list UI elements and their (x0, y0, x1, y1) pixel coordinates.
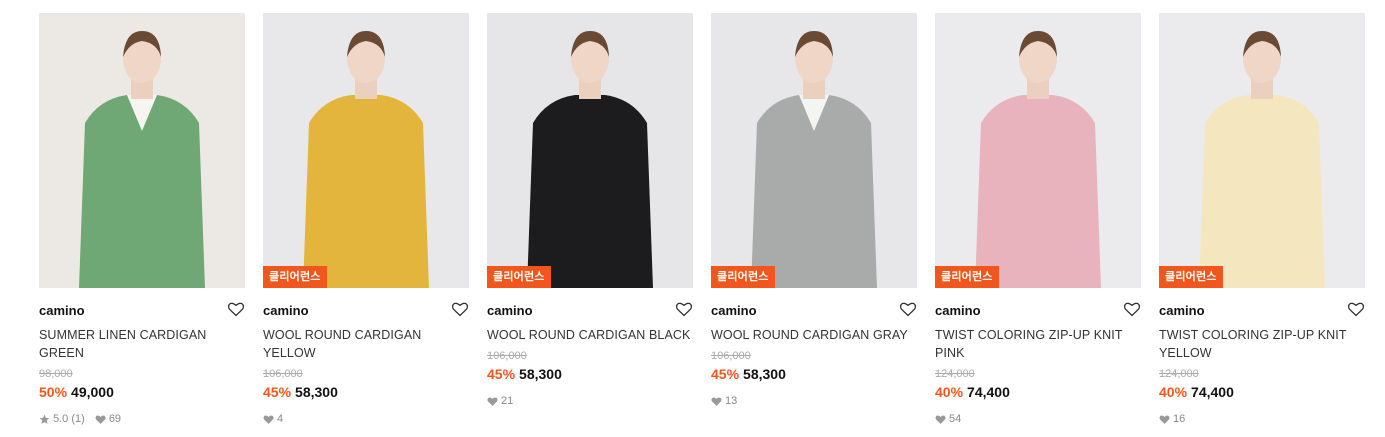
price-row: 40% 74,400 (1159, 383, 1365, 401)
product-image[interactable]: 클리어런스 (263, 13, 469, 288)
product-name[interactable]: TWIST COLORING ZIP-UP KNIT PINK (935, 326, 1141, 362)
product-photo (487, 13, 693, 288)
like-count: 54 (935, 412, 961, 426)
product-card[interactable]: camino SUMMER LINEN CARDIGAN GREEN 98,00… (39, 13, 245, 426)
product-image[interactable]: 클리어런스 (1159, 13, 1365, 288)
sale-price: 49,000 (71, 384, 114, 400)
wishlist-heart-icon[interactable] (899, 300, 917, 318)
discount-rate: 45% (711, 366, 740, 382)
price-row: 40% 74,400 (935, 383, 1141, 401)
wishlist-heart-icon[interactable] (451, 300, 469, 318)
original-price: 124,000 (935, 368, 975, 380)
sale-price: 74,400 (1191, 384, 1234, 400)
like-count: 16 (1159, 412, 1185, 426)
product-meta: 4 (263, 412, 469, 426)
product-image[interactable]: 클리어런스 (487, 13, 693, 288)
brand-name[interactable]: camino (39, 303, 85, 318)
discount-rate: 40% (935, 384, 964, 400)
wishlist-heart-icon[interactable] (227, 300, 245, 318)
clearance-badge: 클리어런스 (487, 266, 551, 288)
wishlist-heart-icon[interactable] (1347, 300, 1365, 318)
product-name[interactable]: TWIST COLORING ZIP-UP KNIT YELLOW (1159, 326, 1365, 362)
sale-price: 58,300 (295, 384, 338, 400)
product-photo (935, 13, 1141, 288)
original-price: 98,000 (39, 368, 73, 380)
like-count: 4 (263, 412, 283, 426)
brand-name[interactable]: camino (487, 303, 533, 318)
discount-rate: 50% (39, 384, 68, 400)
clearance-badge: 클리어런스 (1159, 266, 1223, 288)
original-price: 124,000 (1159, 368, 1199, 380)
price-row: 45% 58,300 (711, 365, 917, 383)
like-count-value: 69 (108, 413, 122, 425)
heart-filled-icon (711, 397, 722, 406)
clearance-badge: 클리어런스 (263, 266, 327, 288)
like-count-value: 13 (725, 395, 738, 407)
product-name[interactable]: WOOL ROUND CARDIGAN YELLOW (263, 326, 469, 362)
like-count: 13 (711, 394, 737, 408)
like-count: 21 (487, 394, 513, 408)
rating: 5.0 (1) (39, 412, 85, 426)
sale-price: 58,300 (743, 366, 786, 382)
product-name[interactable]: SUMMER LINEN CARDIGAN GREEN (39, 326, 245, 362)
brand-name[interactable]: camino (1159, 303, 1205, 318)
wishlist-heart-icon[interactable] (675, 300, 693, 318)
product-card[interactable]: 클리어런스 camino WOOL ROUND CARDIGAN GRAY 10… (711, 13, 917, 408)
discount-rate: 45% (487, 366, 516, 382)
price-row: 50% 49,000 (39, 383, 245, 401)
brand-name[interactable]: camino (935, 303, 981, 318)
product-photo (263, 13, 469, 288)
product-photo (711, 13, 917, 288)
clearance-badge: 클리어런스 (711, 266, 775, 288)
product-meta: 21 (487, 394, 693, 408)
product-card[interactable]: 클리어런스 camino TWIST COLORING ZIP-UP KNIT … (935, 13, 1141, 426)
heart-filled-icon (263, 415, 274, 424)
product-meta: 13 (711, 394, 917, 408)
product-meta: 54 (935, 412, 1141, 426)
clearance-badge: 클리어런스 (935, 266, 999, 288)
heart-filled-icon (95, 415, 106, 424)
product-photo (1159, 13, 1365, 288)
like-count-value: 54 (949, 413, 962, 425)
product-meta: 16 (1159, 412, 1365, 426)
heart-filled-icon (1159, 415, 1170, 424)
original-price: 106,000 (711, 350, 751, 362)
brand-name[interactable]: camino (263, 303, 309, 318)
product-image[interactable]: 클리어런스 (711, 13, 917, 288)
discount-rate: 40% (1159, 384, 1188, 400)
product-name[interactable]: WOOL ROUND CARDIGAN BLACK (487, 326, 693, 344)
like-count: 69 (95, 412, 121, 426)
product-image[interactable]: 클리어런스 (935, 13, 1141, 288)
price-row: 45% 58,300 (487, 365, 693, 383)
heart-filled-icon (935, 415, 946, 424)
product-meta: 5.0 (1) 69 (39, 412, 245, 426)
product-card[interactable]: 클리어런스 camino TWIST COLORING ZIP-UP KNIT … (1159, 13, 1365, 426)
sale-price: 58,300 (519, 366, 562, 382)
product-photo (39, 13, 245, 288)
like-count-value: 21 (501, 395, 514, 407)
sale-price: 74,400 (967, 384, 1010, 400)
brand-name[interactable]: camino (711, 303, 757, 318)
wishlist-heart-icon[interactable] (1123, 300, 1141, 318)
original-price: 106,000 (263, 368, 303, 380)
like-count-value: 4 (277, 413, 284, 425)
like-count-value: 16 (1173, 413, 1186, 425)
review-count: (1) (71, 413, 85, 425)
star-icon (39, 414, 50, 424)
discount-rate: 45% (263, 384, 292, 400)
heart-filled-icon (487, 397, 498, 406)
product-card[interactable]: 클리어런스 camino WOOL ROUND CARDIGAN YELLOW … (263, 13, 469, 426)
original-price: 106,000 (487, 350, 527, 362)
product-image[interactable] (39, 13, 245, 288)
rating-value: 5.0 (53, 413, 69, 425)
product-name[interactable]: WOOL ROUND CARDIGAN GRAY (711, 326, 917, 344)
price-row: 45% 58,300 (263, 383, 469, 401)
product-card[interactable]: 클리어런스 camino WOOL ROUND CARDIGAN BLACK 1… (487, 13, 693, 408)
